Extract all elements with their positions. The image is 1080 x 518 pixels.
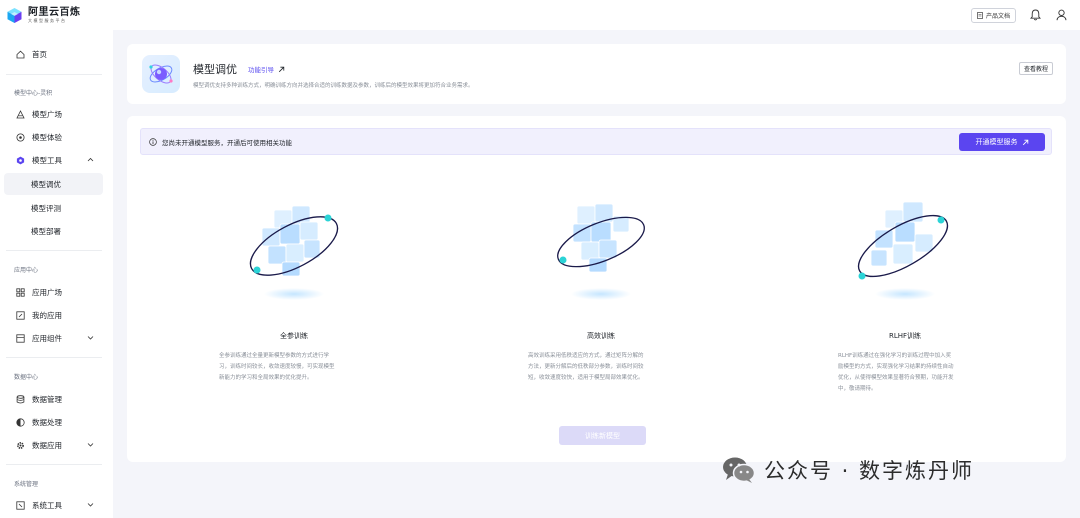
- watermark: 公众号 · 数字炼丹师: [722, 455, 974, 485]
- model-tune-icon: [142, 55, 180, 93]
- activate-model-service-label: 开通模型服务: [975, 138, 1018, 146]
- option-title: RLHF训练: [888, 332, 922, 340]
- grid-icon: [16, 287, 25, 297]
- sidebar-divider: [6, 74, 102, 75]
- sidebar-item-home[interactable]: 首页: [4, 43, 103, 65]
- sidebar-item-data-manage[interactable]: 数据管理: [4, 388, 103, 410]
- sidebar-item-label: 模型部署: [31, 226, 61, 236]
- sidebar-item-app-components[interactable]: 应用组件: [4, 327, 103, 349]
- target-icon: [16, 133, 25, 142]
- sidebar-item-model-square[interactable]: 模型广场: [4, 103, 103, 125]
- option-description: 高效训练采用低秩适应的方式，通过矩阵分解的 方法，更新分解后的低秩部分参数，训练…: [528, 353, 644, 381]
- sidebar-item-label: 应用广场: [32, 287, 62, 297]
- sidebar-item-label: 模型评测: [31, 203, 61, 213]
- page-description: 模型调优支持多种训练方式，明确训练方向并选择合适的训练数据及参数，训练后的模型效…: [193, 83, 474, 89]
- service-notice-text: 您尚未开通模型服务，开通后可使用相关功能: [162, 138, 292, 147]
- arrow-up-right-icon: [1022, 139, 1028, 145]
- sidebar-item-label: 数据应用: [32, 440, 62, 450]
- chevron-down-icon: [87, 336, 94, 340]
- gear-icon: [16, 441, 25, 450]
- sidebar: 首页 模型中心-灵积 模型广场 模型体验 模型工具 模型调优 模型评测 模型部署…: [0, 30, 113, 518]
- brand-subtitle: 大模型服务平台: [28, 17, 67, 23]
- sidebar-item-app-square[interactable]: 应用广场: [4, 281, 103, 303]
- option-description: 全参训练通过全量更新模型参数的方式进行学 习，训练时间较长，收敛速度较慢，可实现…: [219, 353, 335, 381]
- cube-logo-icon: [6, 7, 23, 24]
- sidebar-item-data-process[interactable]: 数据处理: [4, 411, 103, 433]
- sidebar-item-label: 首页: [32, 49, 47, 59]
- sidebar-item-system-tools[interactable]: 系统工具: [4, 494, 103, 516]
- sidebar-item-label: 模型广场: [32, 109, 62, 119]
- sidebar-item-my-apps[interactable]: 我的应用: [4, 304, 103, 326]
- chevron-down-icon: [87, 503, 94, 507]
- sidebar-item-model-deploy[interactable]: 模型部署: [4, 220, 103, 242]
- sidebar-item-model-tune[interactable]: 模型调优: [4, 173, 103, 195]
- watermark-text: 公众号 · 数字炼丹师: [764, 459, 975, 483]
- wechat-icon: [723, 457, 756, 483]
- product-docs-label: 产品文档: [985, 12, 1010, 20]
- sidebar-item-label: 应用组件: [32, 333, 62, 343]
- sidebar-item-label: 系统工具: [32, 500, 62, 510]
- sidebar-item-label: 模型调优: [31, 179, 61, 189]
- training-options-card: 您尚未开通模型服务，开通后可使用相关功能 开通模型服务 全参训练 全参训练通过全…: [127, 116, 1066, 462]
- info-icon: [149, 137, 157, 146]
- bell-icon: [1029, 9, 1041, 21]
- sidebar-item-model-tools[interactable]: 模型工具: [4, 149, 103, 171]
- page-header-card: 模型调优 功能引导 模型调优支持多种训练方式，明确训练方向并选择合适的训练数据及…: [127, 44, 1066, 104]
- train-new-model-button[interactable]: 训练新模型: [559, 426, 646, 445]
- brand-logo[interactable]: 阿里云百炼 大模型服务平台: [6, 7, 81, 24]
- top-bar: 阿里云百炼 大模型服务平台 产品文档: [0, 0, 1080, 30]
- component-icon: [16, 333, 25, 343]
- home-icon: [16, 50, 25, 59]
- view-tutorial-button[interactable]: 查看教程: [1018, 62, 1053, 75]
- page-title: 模型调优: [193, 63, 237, 76]
- cube-cluster-illustration: [557, 203, 645, 300]
- chevron-down-icon: [87, 443, 94, 447]
- triangle-icon: [16, 109, 25, 119]
- sidebar-item-label: 模型工具: [32, 155, 62, 165]
- chevron-up-icon: [87, 157, 94, 162]
- option-title: 高效训练: [587, 332, 615, 340]
- feature-guide-link[interactable]: 功能引导: [248, 64, 285, 74]
- sidebar-item-label: 我的应用: [32, 310, 62, 320]
- feature-guide-label: 功能引导: [248, 66, 274, 74]
- toolbox-icon: [16, 500, 25, 510]
- service-notice-banner: 您尚未开通模型服务，开通后可使用相关功能 开通模型服务: [140, 128, 1052, 155]
- arrow-up-right-icon: [278, 66, 285, 72]
- sidebar-item-label: 数据处理: [32, 417, 62, 427]
- sidebar-divider: [6, 464, 102, 465]
- section-title-app: 应用中心: [14, 267, 39, 274]
- section-title-model: 模型中心-灵积: [14, 90, 53, 97]
- product-docs-button[interactable]: 产品文档: [970, 7, 1016, 23]
- activate-model-service-button[interactable]: 开通模型服务: [959, 133, 1045, 151]
- sidebar-divider: [6, 357, 102, 358]
- sidebar-divider: [6, 250, 102, 251]
- notification-button[interactable]: [1028, 8, 1042, 22]
- palette-icon: [16, 417, 25, 427]
- user-account-button[interactable]: [1054, 8, 1068, 22]
- app-edit-icon: [16, 310, 25, 320]
- section-title-data: 数据中心: [14, 374, 39, 381]
- database-icon: [16, 394, 25, 404]
- option-title: 全参训练: [280, 332, 308, 340]
- user-icon: [1056, 9, 1066, 21]
- sidebar-item-label: 模型体验: [32, 132, 62, 142]
- sidebar-item-model-eval[interactable]: 模型评测: [4, 197, 103, 219]
- sidebar-item-model-experience[interactable]: 模型体验: [4, 126, 103, 148]
- cube-cluster-illustration: [249, 205, 339, 300]
- sidebar-item-label: 数据管理: [32, 394, 62, 404]
- document-icon: [977, 11, 983, 19]
- option-description: RLHF训练通过在强化学习的训练过程中加入奖 励模型的方式，实现强化学习结果的持…: [838, 353, 954, 392]
- sidebar-item-data-apps[interactable]: 数据应用: [4, 434, 103, 456]
- brand-name: 阿里云百炼: [28, 6, 81, 18]
- cube-cluster-illustration: [857, 201, 949, 300]
- section-title-system: 系统管理: [14, 481, 39, 488]
- hexagon-icon: [16, 156, 25, 165]
